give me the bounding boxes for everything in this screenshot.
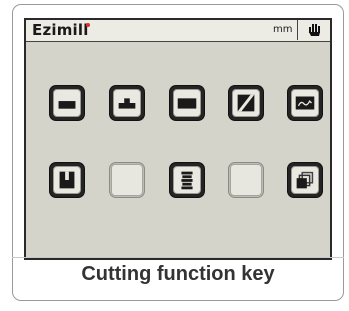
pocket-cut-key[interactable] [50,86,84,120]
layers-key[interactable] [288,163,322,197]
hand-mode-button[interactable] [297,20,330,40]
slot-cut-key[interactable] [50,163,84,197]
contour-cut-icon [295,96,315,110]
figure-caption: Cutting function key [81,263,275,285]
boss-cut-key[interactable] [110,86,144,120]
boss-cut-icon [118,98,136,109]
stack-cut-key[interactable] [170,163,204,197]
caption-divider [12,257,344,258]
brand-mark-icon [86,23,90,27]
stack-cut-icon [181,171,193,190]
unit-indicator[interactable]: mm [273,24,292,35]
hand-icon [308,24,320,36]
blank-key-1[interactable] [110,163,144,197]
blank-key-2[interactable] [229,163,263,197]
brand-logo: Ezimill [32,21,89,39]
status-bar: Ezimill mm [26,20,330,42]
pocket-cut-icon [58,97,76,109]
controller-screen: Ezimill mm [24,18,332,260]
angle-cut-key[interactable] [229,86,263,120]
contour-cut-key[interactable] [288,86,322,120]
face-mill-key[interactable] [170,86,204,120]
angle-cut-icon [237,94,255,112]
layers-icon [296,171,314,189]
face-mill-icon [177,98,197,109]
slot-cut-icon [59,171,75,189]
